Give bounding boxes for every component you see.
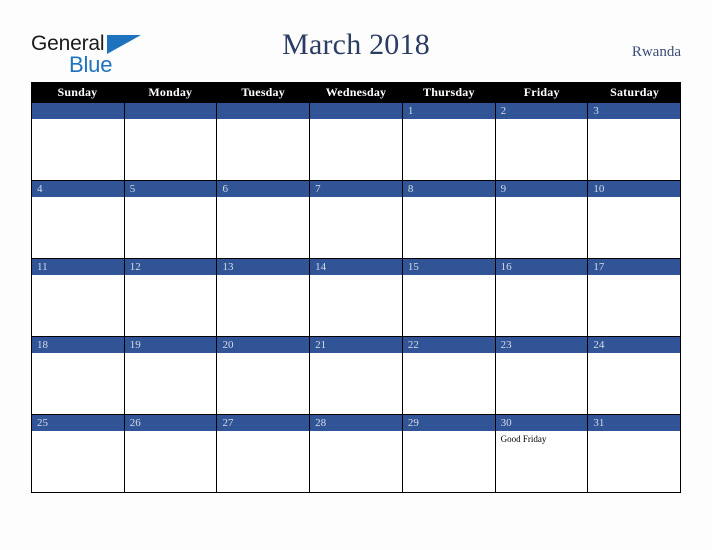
day-number: 23 bbox=[495, 337, 588, 353]
day-number: 6 bbox=[217, 181, 310, 197]
day-number: 21 bbox=[310, 337, 402, 353]
day-cell-5[interactable]: 5 bbox=[124, 181, 218, 258]
day-cell-2[interactable]: 2 bbox=[495, 103, 589, 180]
day-cell-30[interactable]: 30 Good Friday bbox=[495, 415, 589, 492]
day-cell-12[interactable]: 12 bbox=[124, 259, 218, 336]
week-row: 25 26 27 28 29 30 Good Friday 31 bbox=[31, 415, 682, 493]
day-number: 29 bbox=[402, 415, 495, 431]
day-number: 13 bbox=[217, 259, 310, 275]
day-number: 4 bbox=[32, 181, 124, 197]
day-number: 8 bbox=[402, 181, 495, 197]
day-number bbox=[217, 103, 310, 119]
weekday-header-sunday: Sunday bbox=[57, 85, 98, 99]
day-number: 22 bbox=[402, 337, 495, 353]
day-cell-20[interactable]: 20 bbox=[217, 337, 311, 414]
country-label: Rwanda bbox=[631, 44, 681, 60]
day-cell-empty bbox=[217, 103, 311, 180]
page-header: General Blue March 2018 Rwanda bbox=[0, 0, 712, 82]
day-cell-4[interactable]: 4 bbox=[31, 181, 125, 258]
day-cell-19[interactable]: 19 bbox=[124, 337, 218, 414]
day-cell-26[interactable]: 26 bbox=[124, 415, 218, 492]
day-number bbox=[124, 103, 217, 119]
day-cell-27[interactable]: 27 bbox=[217, 415, 311, 492]
day-number: 19 bbox=[124, 337, 217, 353]
day-number: 12 bbox=[124, 259, 217, 275]
day-number: 18 bbox=[32, 337, 124, 353]
weekday-header-tuesday: Tuesday bbox=[241, 85, 285, 99]
day-number: 15 bbox=[402, 259, 495, 275]
event-list: Good Friday bbox=[496, 431, 588, 445]
day-number: 11 bbox=[32, 259, 124, 275]
day-cell-9[interactable]: 9 bbox=[495, 181, 589, 258]
day-cell-17[interactable]: 17 bbox=[588, 259, 682, 336]
day-cell-24[interactable]: 24 bbox=[588, 337, 682, 414]
day-number: 1 bbox=[402, 103, 495, 119]
day-cell-14[interactable]: 14 bbox=[310, 259, 403, 336]
day-number: 5 bbox=[124, 181, 217, 197]
day-cell-29[interactable]: 29 bbox=[402, 415, 496, 492]
week-row: 11 12 13 14 15 16 17 bbox=[31, 259, 682, 337]
day-number bbox=[32, 103, 124, 119]
day-cell-18[interactable]: 18 bbox=[31, 337, 125, 414]
day-number: 20 bbox=[217, 337, 310, 353]
day-cell-3[interactable]: 3 bbox=[588, 103, 682, 180]
day-cell-1[interactable]: 1 bbox=[402, 103, 496, 180]
day-number bbox=[310, 103, 402, 119]
day-number: 9 bbox=[495, 181, 588, 197]
day-cell-10[interactable]: 10 bbox=[588, 181, 682, 258]
day-number: 26 bbox=[124, 415, 217, 431]
day-number: 31 bbox=[588, 415, 681, 431]
day-cell-23[interactable]: 23 bbox=[495, 337, 589, 414]
weekday-header-monday: Monday bbox=[148, 85, 193, 99]
day-cell-empty bbox=[31, 103, 125, 180]
day-cell-16[interactable]: 16 bbox=[495, 259, 589, 336]
day-number: 17 bbox=[588, 259, 681, 275]
day-cell-22[interactable]: 22 bbox=[402, 337, 496, 414]
day-cell-15[interactable]: 15 bbox=[402, 259, 496, 336]
weeks-container: 1 2 3 4 5 6 7 8 9 10 11 12 13 14 15 16 17 18 19 20 21 22 23 24 2… bbox=[31, 102, 682, 493]
day-cell-8[interactable]: 8 bbox=[402, 181, 496, 258]
day-number: 24 bbox=[588, 337, 681, 353]
day-number: 28 bbox=[310, 415, 402, 431]
day-number: 2 bbox=[495, 103, 588, 119]
event-item: Good Friday bbox=[500, 434, 547, 444]
day-cell-28[interactable]: 28 bbox=[310, 415, 403, 492]
day-cell-13[interactable]: 13 bbox=[217, 259, 311, 336]
weekday-header-wednesday: Wednesday bbox=[325, 85, 387, 99]
day-number: 3 bbox=[588, 103, 681, 119]
day-cell-7[interactable]: 7 bbox=[310, 181, 403, 258]
day-number: 14 bbox=[310, 259, 402, 275]
day-cell-21[interactable]: 21 bbox=[310, 337, 403, 414]
weekday-header-thursday: Thursday bbox=[423, 85, 475, 99]
week-row: 123 bbox=[31, 102, 682, 181]
day-cell-25[interactable]: 25 bbox=[31, 415, 125, 492]
day-cell-empty bbox=[310, 103, 403, 180]
day-number: 7 bbox=[310, 181, 402, 197]
day-cell-11[interactable]: 11 bbox=[31, 259, 125, 336]
day-number: 10 bbox=[588, 181, 681, 197]
day-number: 25 bbox=[32, 415, 124, 431]
page-title: March 2018 bbox=[282, 28, 430, 61]
day-cell-31[interactable]: 31 bbox=[588, 415, 682, 492]
week-row: 4 5 6 7 8 9 10 bbox=[31, 181, 682, 259]
weekday-header-row: Sunday Monday Tuesday Wednesday Thursday Frid… bbox=[31, 82, 681, 102]
week-row: 18 19 20 21 22 23 24 bbox=[31, 337, 682, 415]
weekday-header-saturday: Saturday bbox=[610, 85, 660, 99]
day-number: 27 bbox=[217, 415, 310, 431]
calendar-grid: Sunday Monday Tuesday Wednesday Thursday Frid… bbox=[31, 82, 682, 493]
weekday-header-friday: Friday bbox=[523, 85, 560, 99]
day-number: 16 bbox=[495, 259, 588, 275]
day-cell-6[interactable]: 6 bbox=[217, 181, 311, 258]
day-cell-empty bbox=[124, 103, 218, 180]
day-number: 30 bbox=[495, 415, 588, 431]
